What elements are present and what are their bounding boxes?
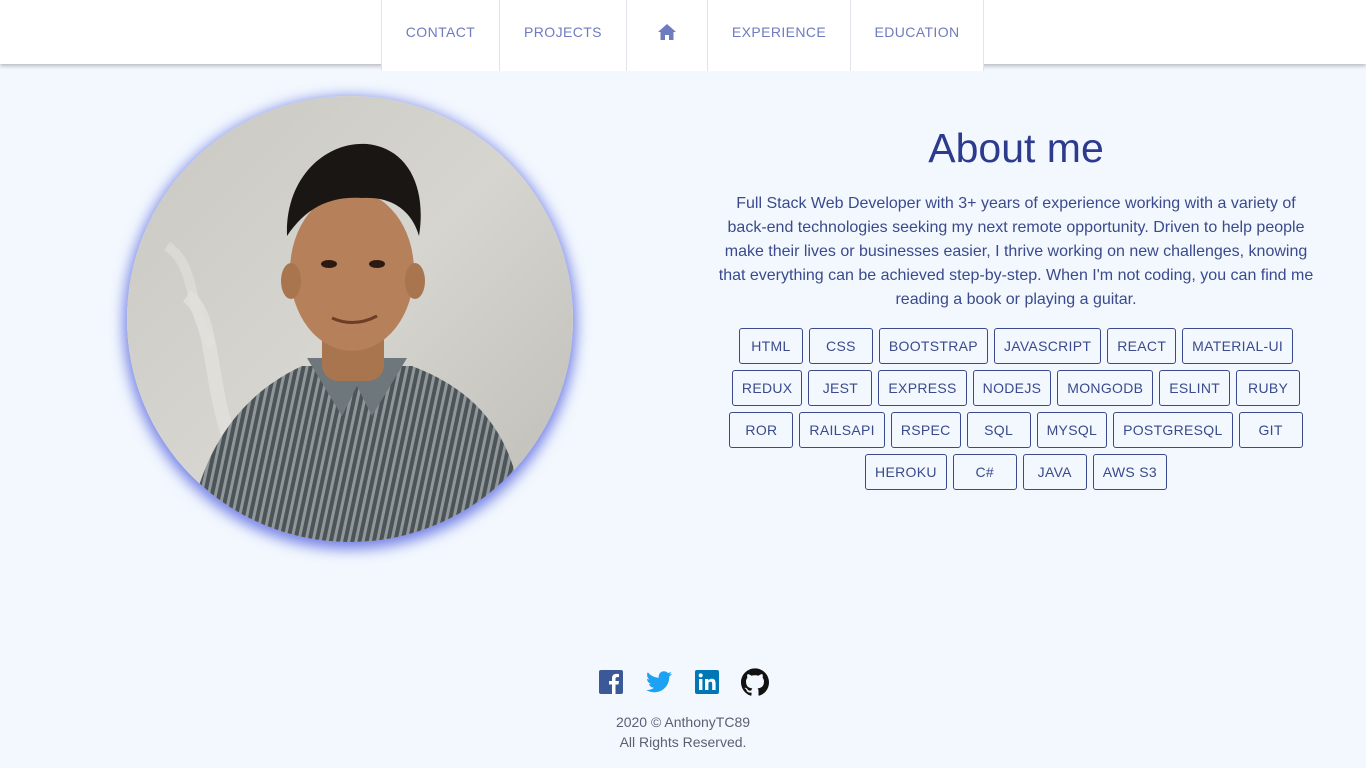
about-description: Full Stack Web Developer with 3+ years o… (718, 195, 1314, 308)
nav-projects-label: PROJECTS (524, 24, 602, 40)
footer-rights: All Rights Reserved. (619, 734, 747, 750)
footer-copyright: 2020 © AnthonyTC89 (615, 714, 751, 730)
skill-badge: ESLINT (1159, 370, 1231, 406)
skill-badge: JAVASCRIPT (993, 328, 1102, 364)
skill-badge: HEROKU (865, 454, 947, 490)
skill-badge: SQL (966, 412, 1031, 448)
nav-contact[interactable]: CONTACT (381, 0, 499, 71)
about-title: About me (928, 125, 1104, 171)
nav-experience[interactable]: EXPERIENCE (707, 0, 850, 71)
nav-experience-label: EXPERIENCE (731, 24, 827, 40)
skill-badge: GIT (1238, 412, 1303, 448)
nav-list: CONTACT PROJECTS EXPERIENCE EDUCATION (381, 0, 984, 71)
skill-badge: CSS (808, 328, 873, 364)
footer: 2020 © AnthonyTC89 All Rights Reserved. (483, 712, 883, 752)
social-links (597, 668, 771, 696)
nav-education[interactable]: EDUCATION (850, 0, 984, 71)
nav-projects[interactable]: PROJECTS (499, 0, 626, 71)
skill-badge: MYSQL (1036, 412, 1108, 448)
nav-contact-label: CONTACT (405, 24, 476, 40)
skill-badge: JAVA (1022, 454, 1087, 490)
skill-badge: REDUX (731, 370, 803, 406)
skill-badge: ROR (729, 412, 794, 448)
linkedin-icon[interactable] (693, 668, 721, 696)
skill-badge: NODEJS (972, 370, 1052, 406)
skill-badge: JEST (808, 370, 873, 406)
skill-badge: REACT (1107, 328, 1177, 364)
skill-badge: EXPRESS (878, 370, 967, 406)
skill-badge: MONGODB (1057, 370, 1154, 406)
skill-badge: C# (952, 454, 1017, 490)
facebook-icon[interactable] (597, 668, 625, 696)
home-icon (658, 24, 676, 40)
top-navbar: CONTACT PROJECTS EXPERIENCE EDUCATION (0, 0, 1366, 71)
skill-badge: AWS S3 (1092, 454, 1167, 490)
nav-home[interactable] (626, 0, 707, 71)
skill-badge: MATERIAL-UI (1182, 328, 1294, 364)
skill-badge: HTML (738, 328, 803, 364)
skill-badge: RSPEC (890, 412, 961, 448)
nav-education-label: EDUCATION (874, 24, 960, 40)
about-section: About me Full Stack Web Developer with 3… (711, 120, 1321, 312)
skill-badge: POSTGRESQL (1113, 412, 1233, 448)
skill-badge: BOOTSTRAP (878, 328, 988, 364)
skills-list: HTML CSS BOOTSTRAP JAVASCRIPT REACT MATERIAL-… (711, 328, 1321, 490)
skill-badge: RAILSAPI (799, 412, 885, 448)
twitter-icon[interactable] (645, 668, 673, 696)
profile-photo (127, 96, 573, 542)
github-icon[interactable] (741, 668, 769, 696)
skill-badge: RUBY (1236, 370, 1301, 406)
